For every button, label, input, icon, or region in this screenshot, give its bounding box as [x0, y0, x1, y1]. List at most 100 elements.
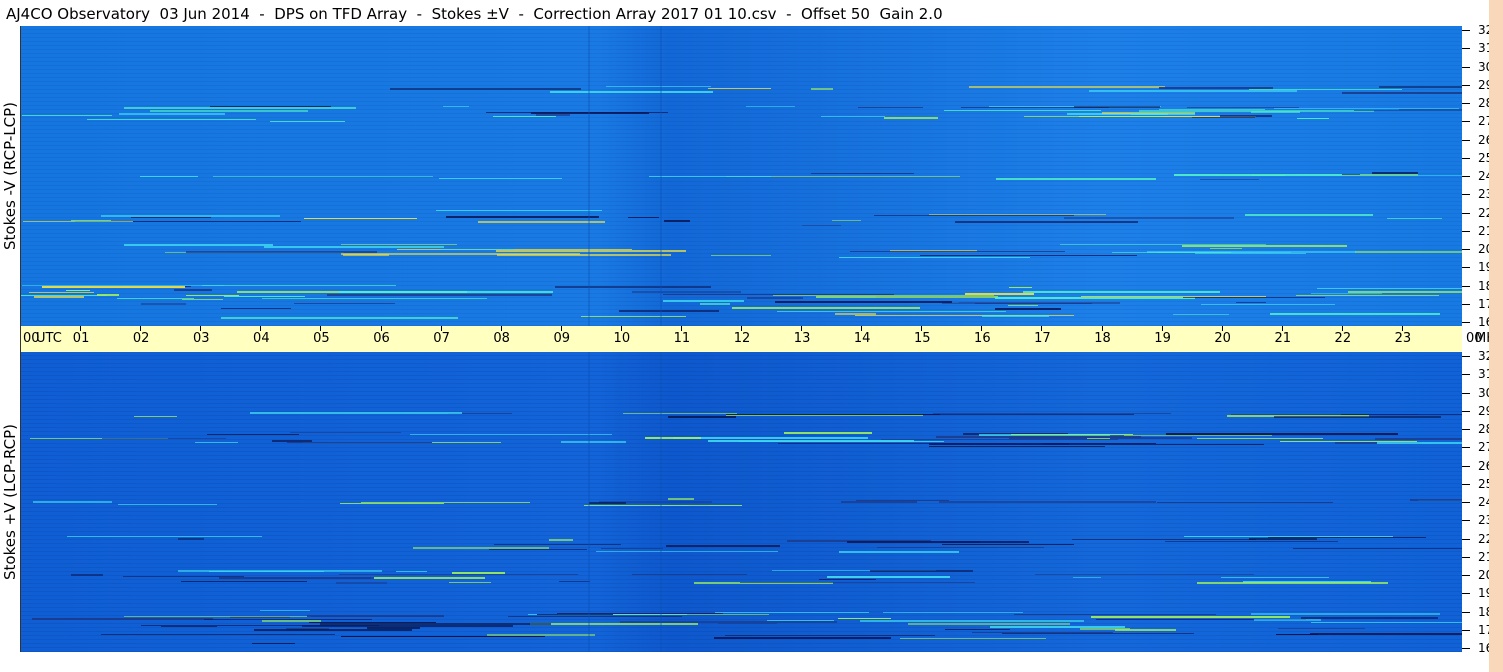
spectral-streak — [181, 581, 307, 582]
spectral-streak — [649, 176, 771, 177]
freq-tick — [1462, 30, 1470, 31]
spectral-streak — [1220, 115, 1272, 117]
spectral-streak — [397, 249, 632, 250]
spectral-streak — [877, 547, 1044, 548]
spectral-streak — [900, 638, 1046, 639]
spectral-streak — [487, 634, 595, 636]
freq-tick — [1462, 103, 1470, 104]
spectral-streak — [508, 616, 682, 617]
time-tick — [80, 326, 82, 331]
spectral-streak — [955, 221, 1138, 223]
time-tick — [140, 326, 142, 331]
spectral-streak — [339, 291, 553, 293]
spectral-streak — [371, 577, 485, 579]
spectral-streak — [711, 255, 771, 256]
spectral-streak — [178, 538, 204, 540]
spectral-streak — [1112, 252, 1231, 253]
spectral-streak — [340, 503, 444, 504]
spectral-streak — [1035, 574, 1254, 575]
spectral-streak — [1375, 438, 1462, 440]
spectral-streak — [341, 253, 580, 255]
time-tick — [981, 326, 983, 331]
spectral-streak — [1074, 106, 1160, 108]
time-tick — [440, 326, 442, 331]
spectral-streak — [884, 117, 938, 119]
spectral-streak — [827, 576, 950, 578]
spectral-streak — [1372, 172, 1418, 174]
spectral-streak — [452, 572, 505, 574]
spectral-streak — [33, 501, 112, 503]
spectral-streak — [29, 292, 94, 293]
spectral-streak — [141, 303, 186, 305]
spectral-streak — [841, 501, 917, 503]
vertical-seam — [588, 352, 590, 652]
time-tick — [380, 326, 382, 331]
spectral-streak — [1354, 110, 1462, 111]
vertical-seam — [660, 352, 662, 652]
spectral-streak — [250, 412, 462, 414]
spectral-streak — [496, 250, 686, 252]
spectral-streak — [262, 620, 321, 622]
time-tick — [500, 326, 502, 331]
spectral-streak — [71, 574, 103, 576]
spectral-streak — [1311, 622, 1462, 623]
spectral-streak — [1285, 175, 1462, 176]
spectral-streak — [1348, 291, 1462, 293]
spectral-streak — [341, 636, 545, 637]
spectral-streak — [123, 576, 244, 577]
spectral-streak — [1182, 245, 1347, 247]
spectral-streak — [21, 295, 107, 296]
spectral-streak — [811, 88, 833, 90]
time-tick-label: 07 — [433, 331, 450, 346]
spectral-streak — [161, 626, 217, 627]
spectral-streak — [929, 446, 1105, 447]
spectral-streak — [202, 285, 396, 286]
spectral-streak — [42, 286, 185, 288]
time-tick — [1161, 326, 1163, 331]
spectral-streak — [290, 432, 401, 433]
spectral-streak — [413, 547, 549, 549]
spectral-streak — [668, 498, 694, 500]
spectral-streak — [1270, 313, 1440, 315]
spectral-streak — [446, 216, 599, 218]
freq-tick — [1462, 611, 1470, 613]
spectral-streak — [1192, 117, 1255, 118]
time-tick-label: 11 — [673, 331, 691, 346]
spectral-streak — [929, 214, 1106, 215]
freq-tick — [1462, 249, 1470, 250]
spectral-streak — [1201, 304, 1335, 305]
time-axis-unit: UTC — [36, 331, 62, 346]
spectral-streak — [341, 244, 457, 245]
spectral-streak — [996, 178, 1156, 180]
spectral-streak — [1087, 438, 1110, 439]
time-tick — [741, 326, 742, 331]
spectral-streak — [559, 581, 590, 582]
spectral-streak — [1064, 217, 1234, 219]
spectral-streak — [584, 505, 742, 506]
spectral-streak — [1023, 291, 1220, 293]
spectral-streak — [489, 549, 587, 550]
spectral-streak — [740, 582, 975, 583]
spectral-streak — [606, 86, 711, 87]
freq-tick — [1462, 356, 1470, 357]
spectral-streak — [195, 442, 238, 443]
spectral-streak — [561, 441, 626, 443]
freq-tick — [1462, 538, 1470, 540]
time-tick-label: 17 — [1034, 331, 1051, 346]
spectral-streak — [668, 416, 736, 418]
time-tick-label: 05 — [313, 331, 330, 346]
spectral-streak — [664, 220, 690, 222]
spectral-streak — [619, 310, 719, 312]
bottom-panel-ylabel: Stokes +V (LCP-RCP) — [0, 352, 20, 652]
time-tick-label: 23 — [1394, 331, 1412, 346]
freq-tick — [1462, 483, 1470, 485]
spectral-streak — [1274, 108, 1459, 109]
spectral-streak — [557, 613, 723, 614]
freq-tick — [1462, 465, 1470, 467]
spectral-streak — [441, 249, 514, 250]
spectral-streak — [990, 626, 1125, 628]
spectral-streak — [858, 107, 923, 108]
spectral-streak — [663, 294, 894, 295]
spectral-streak — [856, 500, 949, 501]
spectral-streak — [97, 294, 119, 296]
